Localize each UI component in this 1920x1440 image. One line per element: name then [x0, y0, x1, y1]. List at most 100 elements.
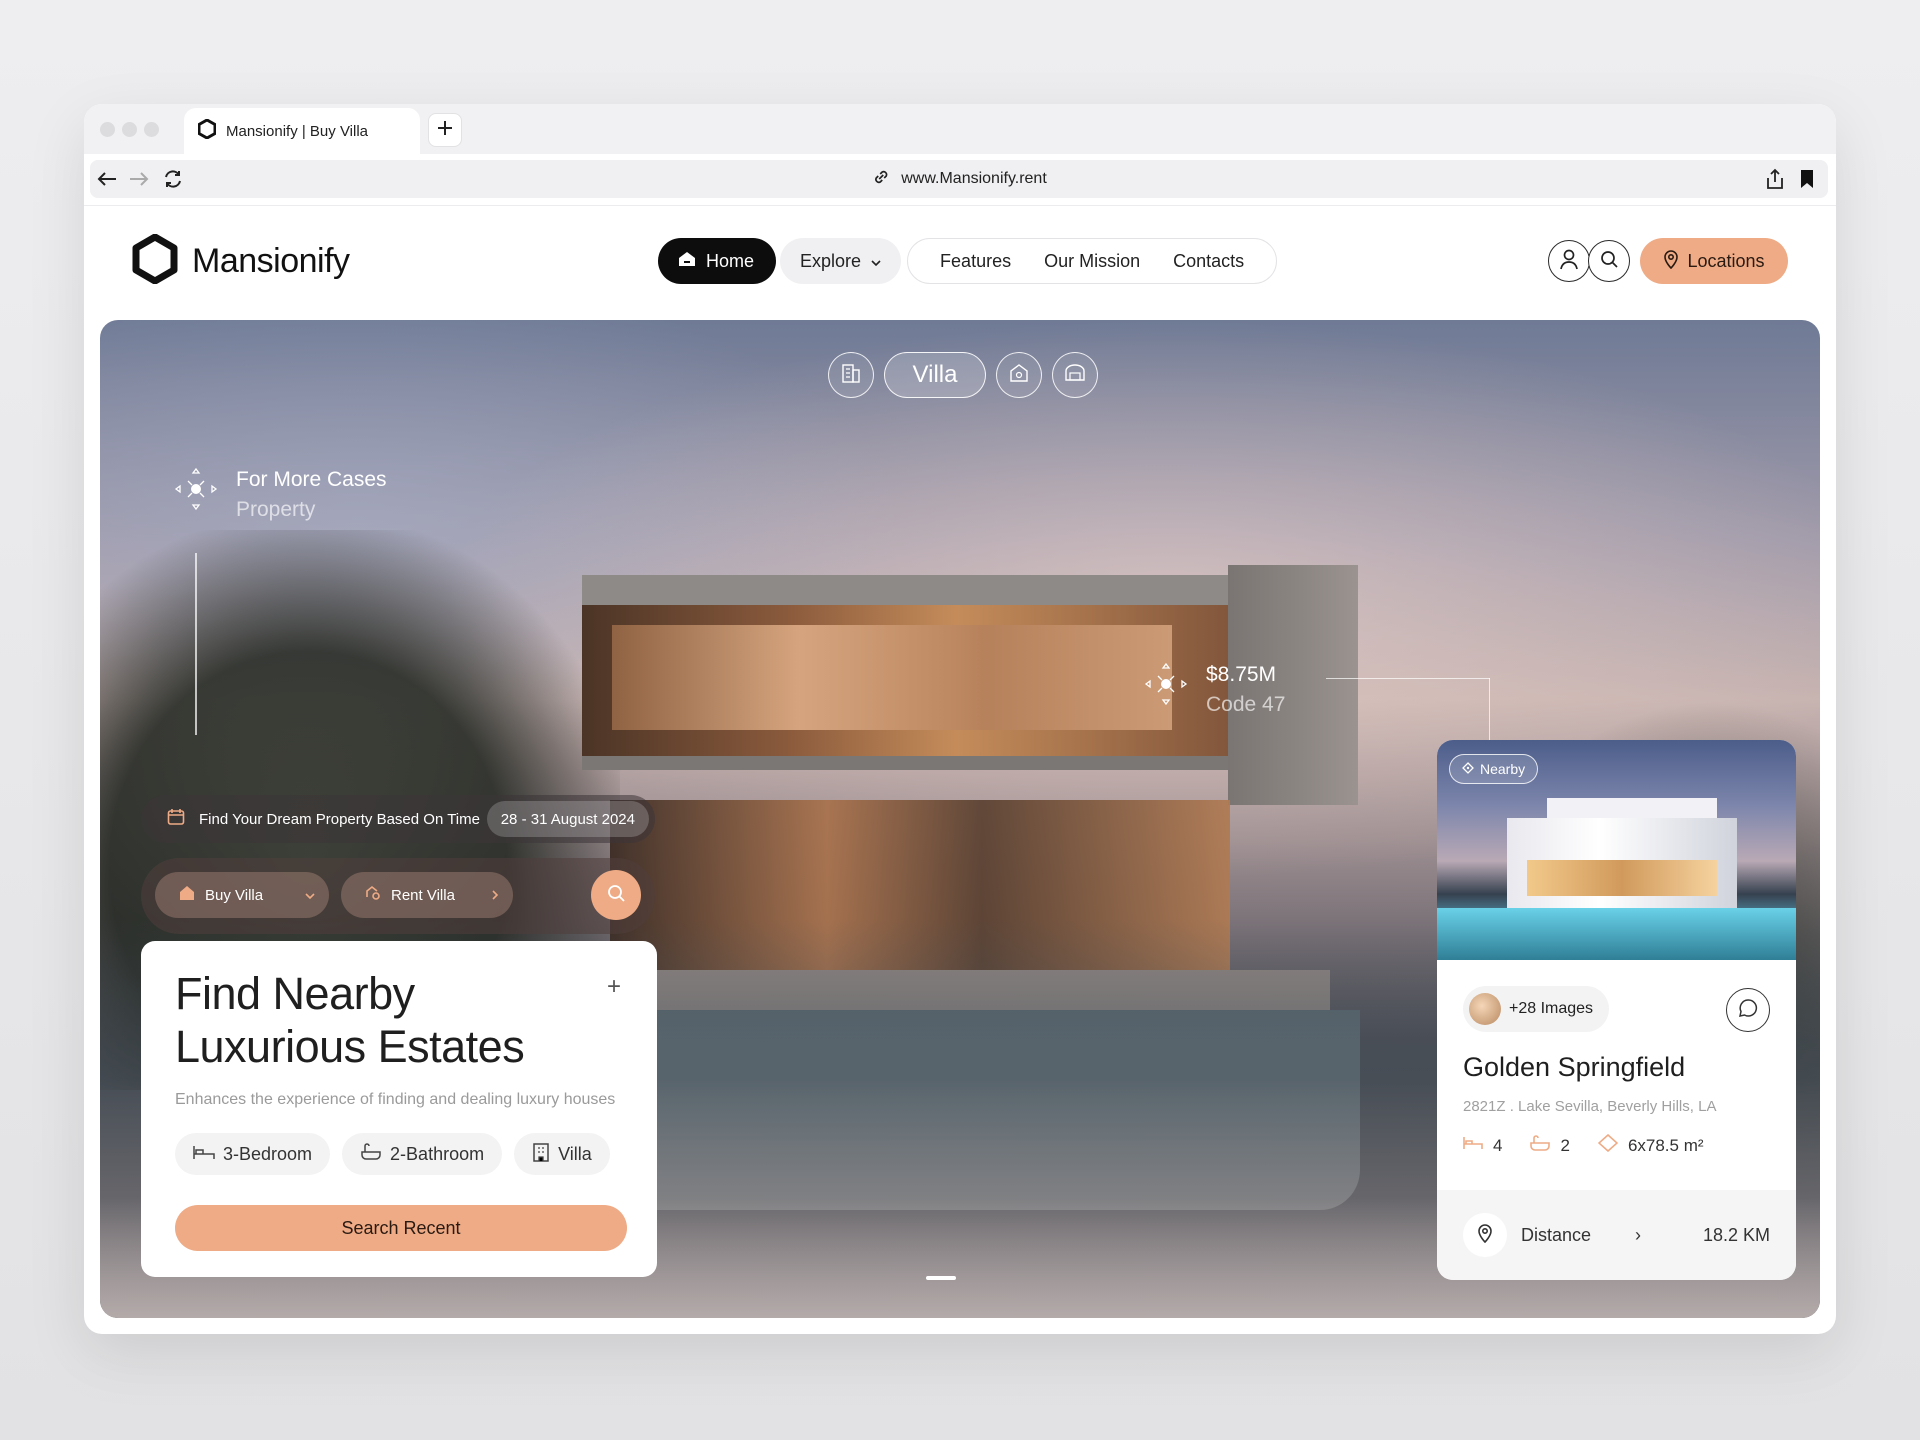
images-gallery-button[interactable]: +28 Images: [1463, 986, 1610, 1032]
plus-icon: [437, 120, 453, 141]
nav-explore-dropdown[interactable]: Explore: [780, 238, 902, 284]
house-icon: [179, 885, 195, 905]
find-estates-title: Find Nearby Luxurious Estates: [175, 968, 525, 1072]
rent-tag-icon: [365, 885, 381, 905]
calendar-icon: [167, 808, 185, 830]
property-filter-bar: Buy Villa Rent Villa: [141, 858, 655, 934]
distance-pin: [1463, 1213, 1507, 1257]
location-pin-icon: [1663, 249, 1679, 274]
stat-beds-value: 4: [1493, 1135, 1503, 1155]
nav-mission-link[interactable]: Our Mission: [1044, 251, 1140, 272]
bathtub-icon: [360, 1142, 382, 1167]
search-recent-button[interactable]: Search Recent: [175, 1205, 627, 1251]
account-button[interactable]: [1548, 240, 1590, 282]
stat-baths: 2: [1530, 1134, 1570, 1157]
home-icon: [678, 251, 696, 272]
price-code: Code 47: [1206, 693, 1286, 716]
distance-row[interactable]: Distance › 18.2 KM: [1437, 1190, 1796, 1280]
nav-links-group: Features Our Mission Contacts: [907, 238, 1278, 284]
tab-title: Mansionify | Buy Villa: [226, 122, 369, 140]
nav-features-link[interactable]: Features: [940, 251, 1011, 272]
favicon-hexagon-icon: [197, 118, 217, 143]
property-image: Nearby: [1437, 740, 1796, 960]
chevron-right-icon: ›: [1635, 1224, 1642, 1245]
bathtub-icon: [1530, 1134, 1551, 1157]
address-bar-row: www.Mansionify.rent: [84, 154, 1836, 206]
locations-button[interactable]: Locations: [1640, 238, 1788, 284]
price-guide-line-vertical: [1489, 678, 1490, 740]
property-stats: 4 2 6x78.5 m²: [1463, 1133, 1704, 1157]
category-villa-button[interactable]: Villa: [884, 352, 986, 398]
nav-contacts-link[interactable]: Contacts: [1173, 251, 1244, 272]
window-minimize-dot[interactable]: [122, 122, 137, 137]
forward-arrow-icon[interactable]: [128, 168, 150, 190]
stat-beds: 4: [1463, 1135, 1502, 1156]
villa-windows: [1527, 860, 1717, 896]
date-filter-text: Find Your Dream Property Based On Time: [199, 810, 480, 828]
nav-explore-label: Explore: [800, 250, 862, 271]
address-bar: www.Mansionify.rent: [90, 160, 1828, 198]
back-arrow-icon[interactable]: [96, 168, 118, 190]
share-icon[interactable]: [1764, 168, 1786, 190]
chevron-down-icon: [871, 251, 881, 272]
distance-value: 18.2 KM: [1702, 1224, 1770, 1245]
carousel-indicator[interactable]: [926, 1276, 956, 1280]
search-icon: [606, 883, 626, 908]
url-field[interactable]: www.Mansionify.rent: [871, 160, 1047, 198]
rent-villa-button[interactable]: Rent Villa: [341, 872, 513, 918]
browser-window: Mansionify | Buy Villa www.Mansionify.re…: [84, 104, 1836, 1334]
window-maximize-dot[interactable]: [144, 122, 159, 137]
search-button[interactable]: [1588, 240, 1630, 282]
filter-search-button[interactable]: [591, 870, 641, 920]
main-nav: Home Explore Features Our Mission Contac…: [658, 238, 1278, 284]
crosshair-icon: [172, 465, 220, 525]
chat-button[interactable]: [1726, 988, 1770, 1032]
bookmark-icon[interactable]: [1796, 168, 1818, 190]
property-cases-marker[interactable]: For More Cases Property: [172, 465, 387, 525]
tag-bedroom-label: 3-Bedroom: [223, 1143, 313, 1164]
window-close-dot[interactable]: [100, 122, 115, 137]
chat-bubble-icon: [1738, 998, 1758, 1023]
buy-villa-dropdown[interactable]: Buy Villa: [155, 872, 329, 918]
chevron-down-icon: [305, 887, 315, 904]
hexagon-logo-icon: [132, 233, 178, 289]
link-icon: [871, 167, 891, 192]
tag-villa[interactable]: Villa: [514, 1133, 610, 1175]
category-apartment-button[interactable]: [828, 352, 874, 398]
reload-icon[interactable]: [162, 168, 184, 190]
tag-villa-label: Villa: [558, 1143, 592, 1164]
tag-bedroom[interactable]: 3-Bedroom: [175, 1133, 331, 1175]
date-range-pill[interactable]: 28 - 31 August 2024: [486, 801, 649, 837]
property-card[interactable]: Nearby +28 Images Golden Springfield 282…: [1437, 740, 1796, 1280]
locations-label: Locations: [1687, 250, 1765, 271]
rent-villa-label: Rent Villa: [391, 886, 455, 904]
cases-guide-line: [195, 553, 197, 735]
villa-upper-windows: [612, 625, 1172, 730]
browser-tab[interactable]: Mansionify | Buy Villa: [184, 108, 420, 154]
category-house-button[interactable]: [996, 352, 1042, 398]
price-marker[interactable]: $8.75M Code 47: [1142, 660, 1285, 720]
chevron-right-icon: [492, 887, 499, 904]
location-pin-icon: [1477, 1223, 1493, 1248]
find-estates-card: Find Nearby Luxurious Estates + Enhances…: [141, 941, 657, 1277]
price-value: $8.75M: [1206, 663, 1277, 686]
tag-bathroom[interactable]: 2-Bathroom: [342, 1133, 503, 1175]
nearby-badge: Nearby: [1449, 754, 1539, 784]
user-icon: [1559, 248, 1579, 275]
nav-home-button[interactable]: Home: [658, 238, 777, 284]
category-warehouse-button[interactable]: [1052, 352, 1098, 398]
date-filter-bar[interactable]: Find Your Dream Property Based On Time 2…: [141, 795, 655, 843]
cases-title: For More Cases: [236, 468, 387, 491]
hero-banner: Villa For More Cases Property $8.75M Cod…: [100, 320, 1820, 1318]
feature-tags: 3-Bedroom 2-Bathroom Villa: [175, 1133, 610, 1175]
avatar: [1469, 993, 1501, 1025]
villa-pool-image: [1437, 908, 1796, 960]
category-switcher: Villa: [828, 352, 1098, 398]
site-logo[interactable]: Mansionify: [132, 233, 350, 289]
nearby-diamond-icon: [1462, 761, 1474, 777]
add-button[interactable]: +: [607, 973, 621, 1001]
stat-area: 6x78.5 m²: [1597, 1133, 1704, 1157]
building-icon: [532, 1142, 550, 1167]
find-estates-description: Enhances the experience of finding and d…: [175, 1091, 616, 1108]
new-tab-button[interactable]: [428, 113, 462, 147]
